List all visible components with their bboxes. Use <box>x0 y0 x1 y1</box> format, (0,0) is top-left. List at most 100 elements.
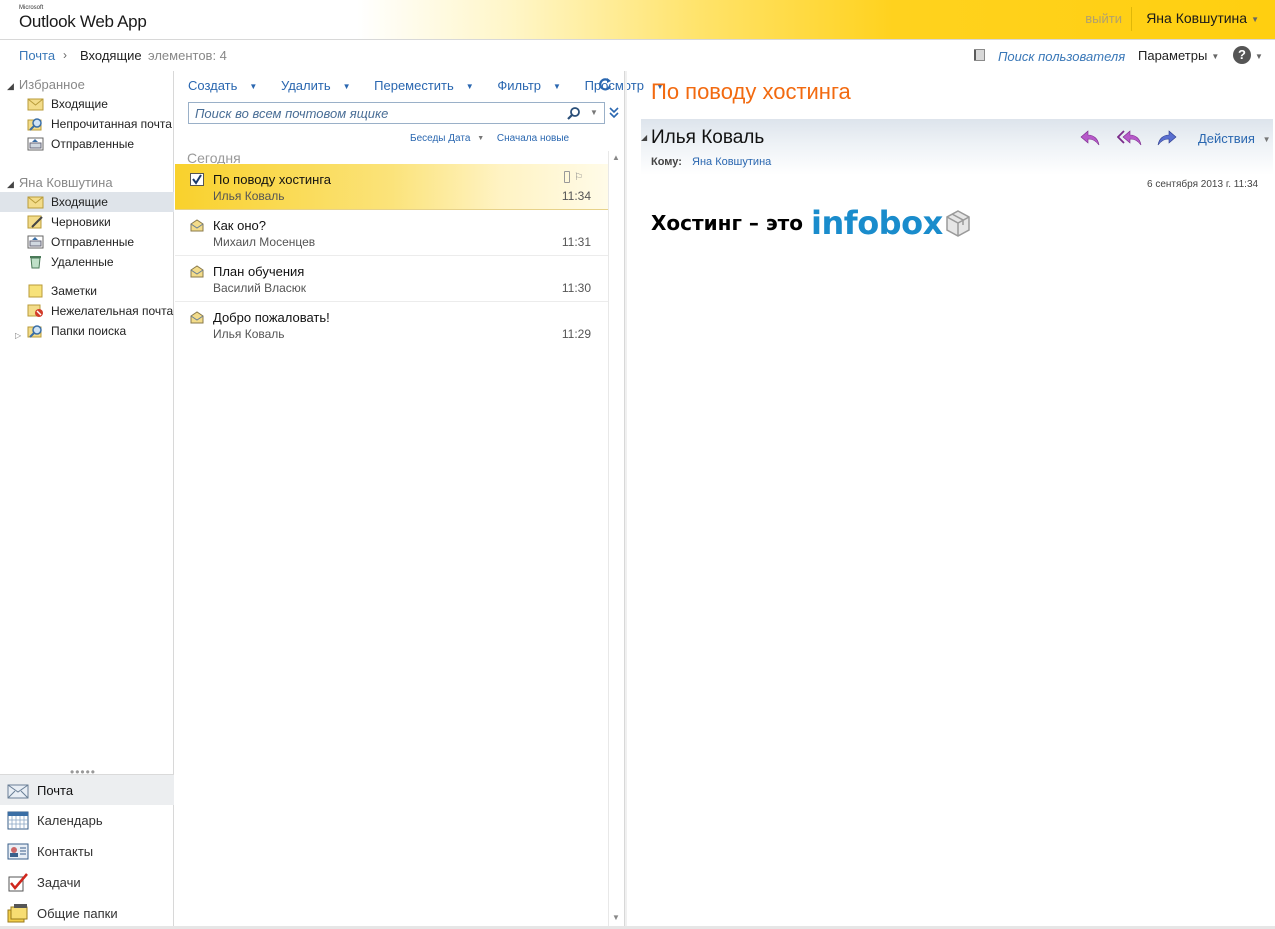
help-icon[interactable]: ? <box>1233 46 1251 64</box>
folder-item-label: Нежелательная почта <box>51 304 174 318</box>
breadcrumb: Почта › Входящие элементов: 4 Поиск поль… <box>0 41 1275 71</box>
calendar-icon <box>7 811 29 830</box>
create-label: Создать <box>188 78 238 93</box>
fav-item-sent[interactable]: Отправленные <box>0 134 174 154</box>
double-chevron-down-icon[interactable] <box>608 106 620 120</box>
message-sender: Михаил Мосенцев <box>213 235 316 249</box>
options-label: Параметры <box>1138 48 1208 63</box>
sort-by-button[interactable]: Беседы Дата ▼ <box>410 133 494 144</box>
flag-icon[interactable]: ⚐ <box>574 172 583 183</box>
chevron-down-icon: ▼ <box>553 82 561 92</box>
message-row[interactable]: По поводу хостинга Илья Коваль ⚐ 11:34 <box>175 164 608 210</box>
sort-by-label: Беседы Дата <box>410 133 471 144</box>
reply-icon[interactable] <box>1079 129 1101 147</box>
sort-order-button[interactable]: Сначала новые <box>497 133 569 144</box>
scroll-down-icon[interactable]: ▼ <box>612 913 620 922</box>
list-scrollbar[interactable] <box>608 151 625 929</box>
to-label: Кому: <box>651 156 682 168</box>
module-label: Задачи <box>37 875 81 890</box>
folder-item-notes[interactable]: Заметки <box>0 281 174 301</box>
user-menu[interactable]: Яна Ковшутина ▼ <box>1146 10 1259 26</box>
sort-bar: Беседы Дата ▼ Сначала новые <box>410 133 569 144</box>
folder-item-sent[interactable]: Отправленные <box>0 232 174 252</box>
checkbox-checked-icon[interactable] <box>190 173 204 186</box>
scroll-up-icon[interactable]: ▲ <box>612 153 620 162</box>
notes-icon <box>28 284 43 298</box>
mail-icon <box>7 784 29 799</box>
message-row[interactable]: План обучения Василий Власюк 11:30 <box>175 256 608 302</box>
breadcrumb-mail[interactable]: Почта <box>19 48 55 63</box>
mailbox-header[interactable]: ◢ Яна Ковшутина <box>7 175 113 190</box>
inbox-icon <box>27 196 44 209</box>
message-time: 11:29 <box>561 327 591 341</box>
module-contacts[interactable]: Контакты <box>0 836 174 867</box>
folder-item-junk[interactable]: Нежелательная почта <box>0 301 174 321</box>
module-public-folders[interactable]: Общие папки <box>0 898 174 929</box>
search-input[interactable] <box>189 103 559 123</box>
logout-link[interactable]: выйти <box>1085 11 1122 26</box>
favorites-header[interactable]: ◢ Избранное <box>7 77 85 92</box>
search-icon[interactable] <box>567 106 581 120</box>
mailbox-title: Яна Ковшутина <box>18 175 113 190</box>
message-row[interactable]: Добро пожаловать! Илья Коваль 11:29 <box>175 302 608 348</box>
drafts-icon <box>27 215 43 229</box>
reading-sender[interactable]: Илья Коваль <box>651 127 764 149</box>
message-body: Хостинг – это infobox <box>651 199 971 247</box>
move-label: Переместить <box>374 78 454 93</box>
refresh-icon[interactable] <box>598 77 612 92</box>
chevron-down-icon: ▼ <box>249 82 258 92</box>
folder-item-drafts[interactable]: Черновики <box>0 212 174 232</box>
address-book-icon[interactable] <box>972 47 988 63</box>
category-icon[interactable] <box>564 171 570 183</box>
chevron-down-icon: ▼ <box>465 82 474 92</box>
header-separator <box>1131 7 1132 31</box>
filter-label: Фильтр <box>497 78 542 93</box>
recipient-link[interactable]: Яна Ковшутина <box>692 156 771 168</box>
module-mail[interactable]: Почта <box>0 774 174 805</box>
brand-ms: Microsoft <box>19 5 44 11</box>
fav-item-inbox[interactable]: Входящие <box>0 94 174 114</box>
collapse-icon[interactable]: ◢ <box>7 81 14 91</box>
folder-item-inbox[interactable]: Входящие <box>0 192 174 212</box>
sent-icon <box>27 137 44 151</box>
folder-item-label: Удаленные <box>51 255 114 269</box>
search-scope-chevron-icon[interactable]: ▼ <box>590 108 598 117</box>
folder-item-label: Отправленные <box>51 235 135 249</box>
module-label: Почта <box>37 783 74 798</box>
move-button[interactable]: Переместить ▼ <box>374 78 484 93</box>
module-tasks[interactable]: Задачи <box>0 867 174 898</box>
collapse-icon[interactable]: ◢ <box>7 179 14 189</box>
chevron-down-icon: ▼ <box>477 134 485 142</box>
breadcrumb-inbox: Входящие <box>80 48 142 63</box>
delete-button[interactable]: Удалить ▼ <box>281 78 361 93</box>
chevron-down-icon: ▼ <box>1251 14 1259 24</box>
pane-splitter[interactable] <box>624 71 627 929</box>
fav-item-label: Отправленные <box>51 137 135 151</box>
folder-item-label: Заметки <box>51 284 97 298</box>
app-logo[interactable]: Microsoft Outlook Web App <box>19 5 147 31</box>
collapse-icon[interactable]: ◢ <box>641 133 647 142</box>
body-text: Хостинг – это <box>651 211 804 235</box>
actions-menu[interactable]: Действия ▼ <box>1198 131 1271 146</box>
reply-all-icon[interactable] <box>1117 129 1143 147</box>
folder-item-search-folders[interactable]: ▷ Папки поиска <box>0 321 174 341</box>
options-menu[interactable]: Параметры ▼ <box>1138 48 1219 63</box>
folder-item-label: Входящие <box>51 195 108 209</box>
chevron-down-icon: ▼ <box>342 82 351 92</box>
message-list-pane: Создать ▼ Удалить ▼ Переместить ▼ Фильтр ▼ П… <box>175 71 664 929</box>
message-sender: Василий Власюк <box>213 281 307 295</box>
filter-button[interactable]: Фильтр ▼ <box>497 78 571 93</box>
reading-header: ◢ Илья Коваль Кому: Яна Ковшутина Действ… <box>641 119 1273 175</box>
actions-label: Действия <box>1198 131 1255 146</box>
module-label: Контакты <box>37 844 94 859</box>
find-user-link[interactable]: Поиск пользователя <box>998 49 1125 64</box>
expand-icon[interactable]: ▷ <box>15 326 21 346</box>
forward-icon[interactable] <box>1156 129 1178 147</box>
read-envelope-icon <box>190 219 204 232</box>
folder-item-deleted[interactable]: Удаленные <box>0 252 174 272</box>
create-button[interactable]: Создать ▼ <box>188 78 267 93</box>
fav-item-unread[interactable]: Непрочитанная почта <box>0 114 174 134</box>
chevron-down-icon[interactable]: ▼ <box>1255 52 1263 61</box>
message-row[interactable]: Как оно? Михаил Мосенцев 11:31 <box>175 210 608 256</box>
module-calendar[interactable]: Календарь <box>0 805 174 836</box>
